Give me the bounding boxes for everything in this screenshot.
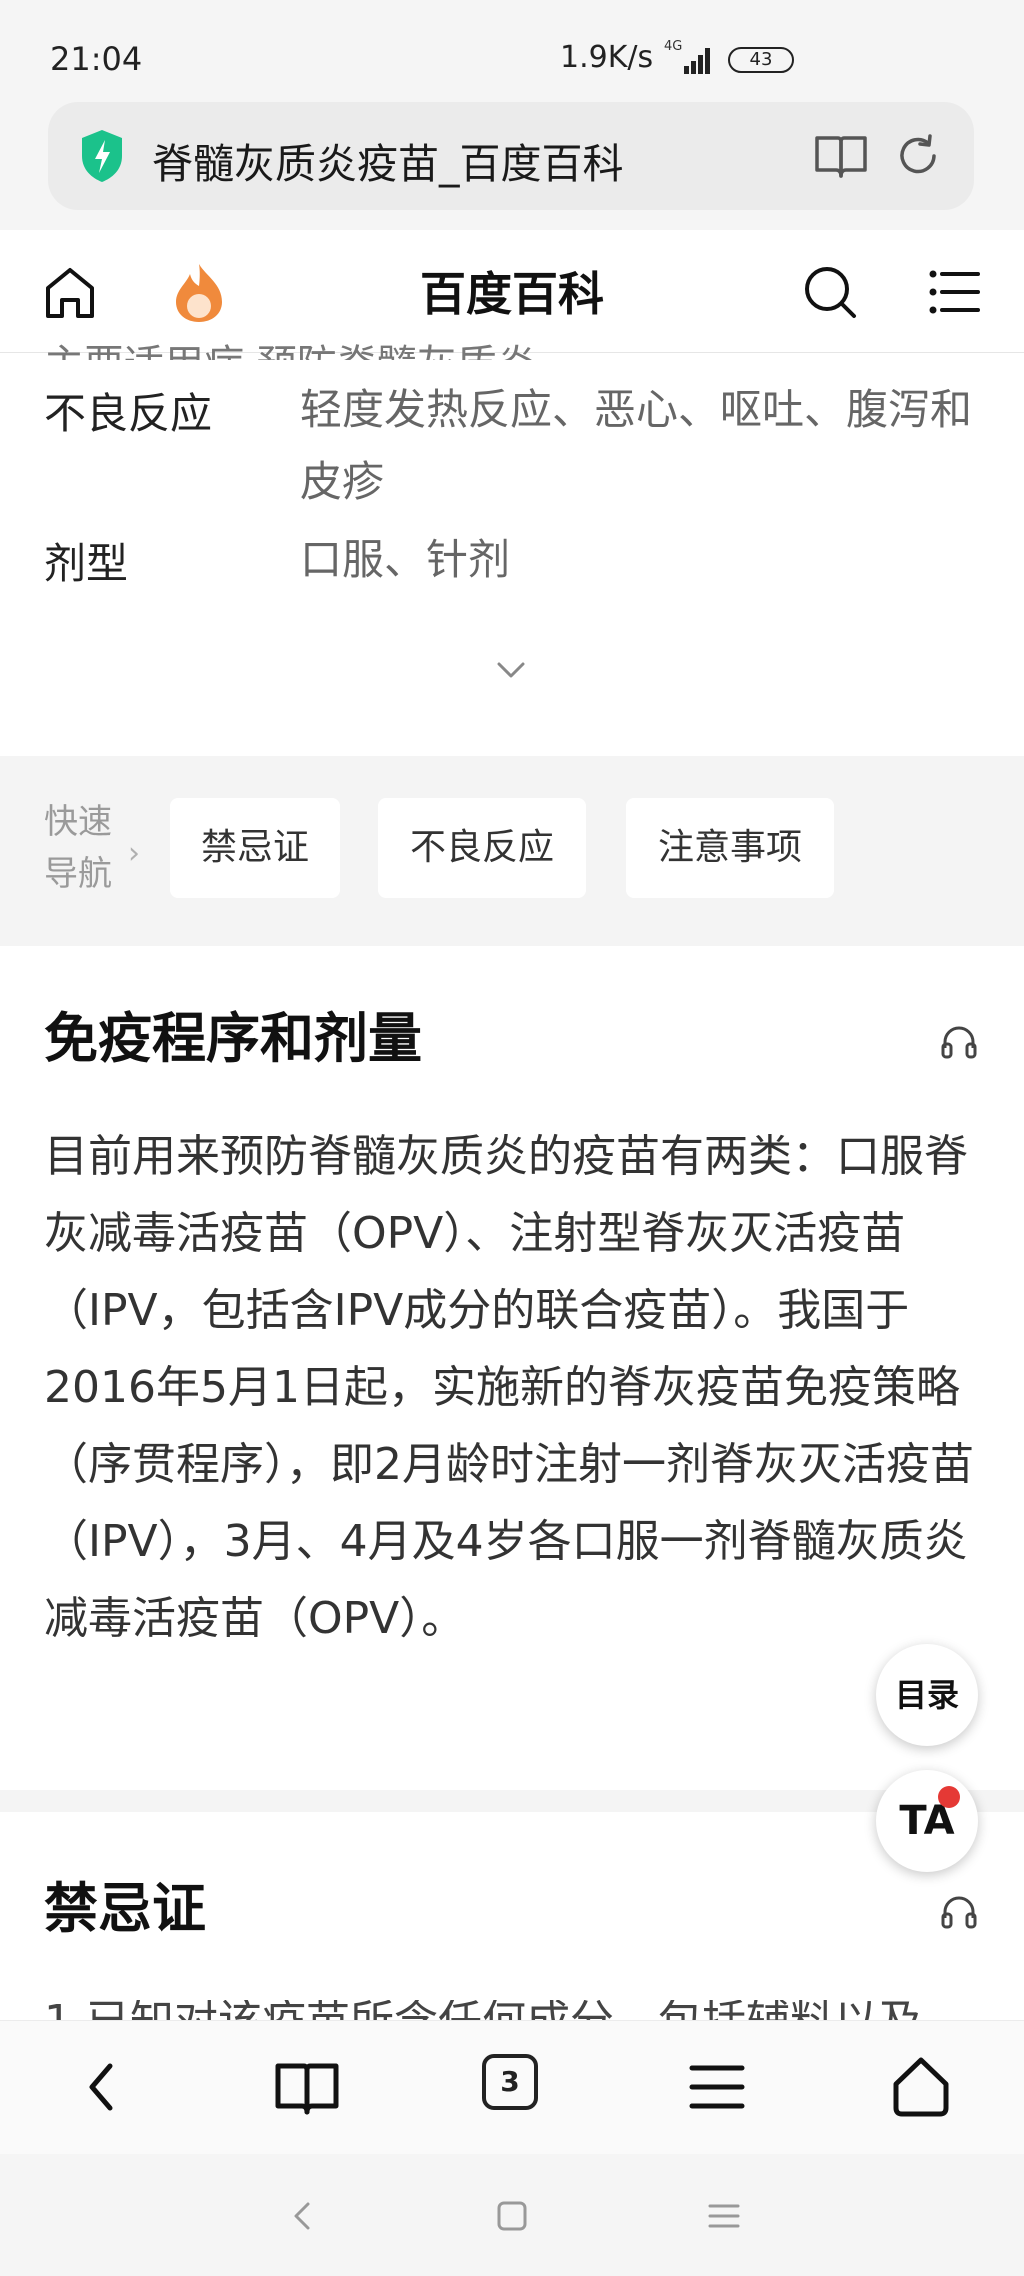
infobox-label: 剂型 [44,539,129,588]
menu-lines-icon[interactable] [682,2052,752,2122]
ta-button[interactable]: TA [876,1770,978,1872]
quick-nav-item[interactable]: 注意事项 [626,798,834,898]
status-time: 21:04 [50,40,143,78]
chevron-down-icon[interactable] [496,660,526,680]
chevron-right-icon: › [128,836,140,871]
search-icon[interactable] [800,262,860,322]
refresh-icon[interactable] [894,132,942,180]
toc-button[interactable]: 目录 [876,1644,978,1746]
battery-icon: 43 [728,47,794,73]
infobox-cut-row: 主要适用症 预防脊髓灰质炎 [44,332,644,360]
headphones-icon[interactable] [940,1892,978,1930]
back-icon[interactable] [68,2052,138,2122]
section-title: 禁忌证 [44,1877,206,1940]
quick-nav-item[interactable]: 不良反应 [378,798,586,898]
signal-icon [684,46,714,74]
section-paragraph-partial: 1.已知对该疫苗所含任何成分，包括辅料以及 [44,2000,1004,2020]
section-divider [0,1790,1024,1812]
system-home-icon[interactable] [492,2196,532,2236]
section-title: 免疫程序和剂量 [44,1007,422,1070]
status-bar [0,0,1024,100]
browser-home-icon[interactable] [886,2052,956,2122]
quick-nav-label: 快速导航 [44,802,112,894]
system-back-icon[interactable] [284,2196,324,2236]
quick-nav-item[interactable]: 禁忌证 [170,798,340,898]
notification-dot [938,1786,960,1808]
infobox-value: 轻度发热反应、恶心、呕吐、腹泻和皮疹 [300,385,973,506]
infobox-label: 不良反应 [44,389,213,438]
shield-icon [82,130,122,182]
network-speed: 1.9K/s [560,40,654,75]
menu-icon[interactable] [928,268,980,316]
reader-mode-icon[interactable] [814,134,868,178]
network-type: 4G [664,39,683,54]
page-url-title[interactable]: 脊髓灰质炎疫苗_百度百科 [152,130,624,190]
tabs-button[interactable]: 3 [482,2054,538,2110]
section-paragraph: 目前用来预防脊髓灰质炎的疫苗有两类：口服脊灰减毒活疫苗（OPV）、注射型脊灰灭活… [44,1131,974,1644]
system-recents-icon[interactable] [704,2196,744,2236]
headphones-icon[interactable] [940,1022,978,1060]
bookmarks-icon[interactable] [272,2052,342,2122]
infobox-value: 口服、针剂 [300,535,511,584]
site-title: 百度百科 [420,267,604,321]
